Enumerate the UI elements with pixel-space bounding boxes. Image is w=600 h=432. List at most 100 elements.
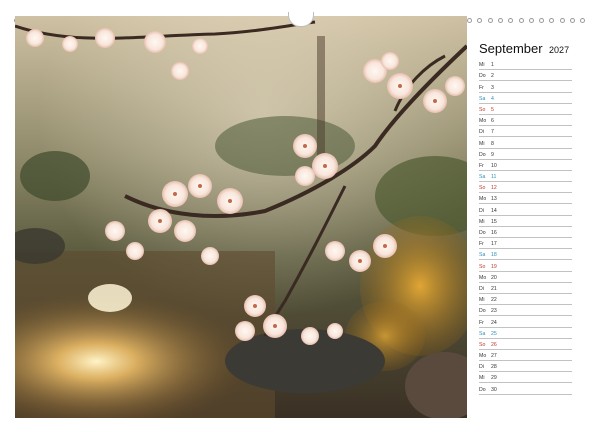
day-row: Mo 6 <box>479 115 572 127</box>
day-number: 22 <box>491 297 497 304</box>
day-number: 14 <box>491 207 497 214</box>
calendar-panel: September 2027 Mi 1 Do 2 Fr 3 Sa 4 So 5 Mo 6 Di 7 Mi 8 D… <box>467 26 586 418</box>
binding-ring <box>487 17 493 23</box>
day-name: So <box>479 263 486 270</box>
day-name: Mi <box>479 140 485 147</box>
day-row: So 26 <box>479 339 572 350</box>
day-name: Mo <box>479 118 487 125</box>
cherry-blossom-photo <box>15 16 467 418</box>
day-name: Do <box>479 230 486 236</box>
day-number: 8 <box>491 140 494 147</box>
day-name: So <box>479 341 486 348</box>
binding-ring <box>477 17 483 23</box>
day-row: Di 21 <box>479 283 572 294</box>
day-name: Fr <box>479 84 484 91</box>
day-name: So <box>479 106 486 113</box>
day-number: 18 <box>491 252 497 259</box>
calendar-page: September 2027 Mi 1 Do 2 Fr 3 Sa 4 So 5 Mo 6 Di 7 Mi 8 D… <box>0 0 600 432</box>
day-number: 7 <box>491 129 494 136</box>
day-row: So 5 <box>479 104 572 115</box>
day-number: 10 <box>491 162 497 169</box>
binding-ring <box>497 17 503 23</box>
day-number: 2 <box>491 73 494 80</box>
day-number: 20 <box>491 274 497 281</box>
day-row: Mo 20 <box>479 272 572 283</box>
day-row: Mo 27 <box>479 350 572 362</box>
day-row: So 12 <box>479 182 572 194</box>
year-label: 2027 <box>549 45 570 55</box>
day-name: Mi <box>479 218 485 225</box>
day-row: Do 9 <box>479 149 572 160</box>
day-row: Mi 15 <box>479 216 572 227</box>
day-name: Di <box>479 207 484 214</box>
day-name: Mo <box>479 196 487 203</box>
day-row: Mo 13 <box>479 193 572 205</box>
binding-ring <box>508 17 514 23</box>
day-name: Do <box>479 386 486 393</box>
day-row: Fr 3 <box>479 81 572 93</box>
day-number: 23 <box>491 308 497 315</box>
day-row: Do 2 <box>479 70 572 82</box>
day-name: Mi <box>479 62 485 69</box>
binding-ring <box>559 17 565 23</box>
day-name: Mi <box>479 375 485 382</box>
day-name: Do <box>479 151 486 158</box>
day-row: Sa 25 <box>479 328 572 339</box>
day-name: Sa <box>479 174 486 181</box>
day-row: Di 14 <box>479 204 572 216</box>
day-number: 30 <box>491 386 497 393</box>
day-name: Di <box>479 364 484 371</box>
binding-ring <box>528 17 534 23</box>
day-number: 11 <box>491 174 497 181</box>
binding-ring <box>539 17 545 23</box>
day-number: 19 <box>491 263 497 270</box>
day-name: Fr <box>479 241 484 248</box>
day-number: 26 <box>491 341 497 348</box>
day-row: Mi 22 <box>479 294 572 306</box>
day-row: Sa 11 <box>479 171 572 183</box>
day-number: 12 <box>491 185 497 192</box>
day-number: 25 <box>491 330 497 337</box>
day-list: Mi 1 Do 2 Fr 3 Sa 4 So 5 Mo 6 Di 7 Mi 8 Do 9 Fr 10 Sa 11 So 12 M… <box>479 59 572 395</box>
day-number: 1 <box>491 62 494 69</box>
day-row: Fr 17 <box>479 238 572 250</box>
day-number: 17 <box>491 241 497 248</box>
day-name: Sa <box>479 95 486 102</box>
day-name: Mi <box>479 297 485 304</box>
month-title: September 2027 <box>479 40 569 58</box>
day-name: Di <box>479 129 484 136</box>
day-number: 24 <box>491 319 497 326</box>
day-row: Mi 1 <box>479 59 572 71</box>
binding-ring <box>549 17 555 23</box>
day-row: Di 28 <box>479 361 572 373</box>
day-number: 5 <box>491 106 494 113</box>
day-row: Fr 24 <box>479 316 572 328</box>
day-row: Do 16 <box>479 227 572 238</box>
day-number: 13 <box>491 196 497 203</box>
day-name: Fr <box>479 319 484 326</box>
day-row: Sa 4 <box>479 93 572 104</box>
day-name: Do <box>479 308 486 315</box>
binding-ring <box>467 17 473 23</box>
day-name: Sa <box>479 330 486 337</box>
day-number: 9 <box>491 151 494 158</box>
day-name: So <box>479 185 486 192</box>
day-row: Di 7 <box>479 126 572 138</box>
day-number: 21 <box>491 285 497 292</box>
day-name: Mo <box>479 274 487 281</box>
day-name: Di <box>479 285 484 292</box>
day-number: 6 <box>491 118 494 125</box>
day-number: 4 <box>491 95 494 102</box>
day-name: Sa <box>479 252 486 259</box>
day-row: Fr 10 <box>479 160 572 171</box>
day-row: So 19 <box>479 260 572 272</box>
day-name: Do <box>479 73 486 80</box>
day-row: Mi 8 <box>479 137 572 149</box>
binding-ring <box>580 17 586 23</box>
day-number: 16 <box>491 230 497 236</box>
day-row: Do 30 <box>479 383 572 395</box>
day-number: 29 <box>491 375 497 382</box>
day-number: 3 <box>491 84 494 91</box>
day-name: Mo <box>479 353 487 360</box>
binding-ring <box>518 17 524 23</box>
